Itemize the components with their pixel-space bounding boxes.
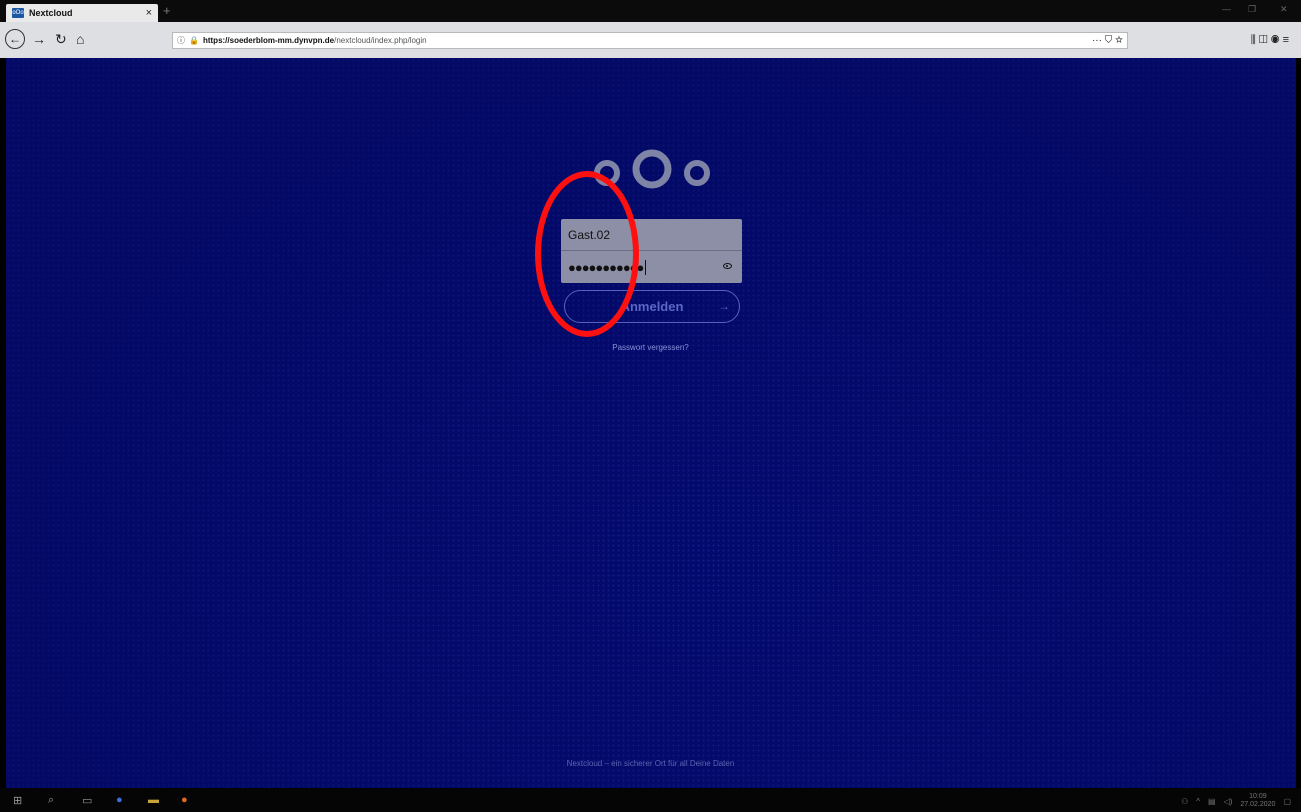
red-annotation-circle: [535, 171, 639, 337]
windows-taskbar: ⊞ ⌕ ▭ ● ▬ ● ⚇ ^ ▤ ◁) 10:09 27.02.2020 ▢: [0, 788, 1301, 812]
windows-start-icon[interactable]: ⊞: [13, 794, 22, 807]
network-icon[interactable]: ▤: [1208, 797, 1216, 806]
text-caret: [645, 259, 647, 275]
minimize-icon[interactable]: —: [1222, 4, 1231, 14]
browser-tab[interactable]: oOo Nextcloud ×: [6, 4, 158, 22]
task-view-icon[interactable]: ▭: [82, 794, 92, 807]
toolbar-icons[interactable]: ⫼ ◫ ◉ ≡: [1251, 34, 1289, 47]
screen: oOo Nextcloud × + — ❐ ✕ ← → ↻ ⌂ ⓘ 🔒 http…: [0, 0, 1301, 812]
forward-icon[interactable]: →: [32, 31, 46, 47]
search-icon[interactable]: ⌕: [48, 794, 54, 807]
system-tray: ⚇ ^ ▤ ◁) 10:09 27.02.2020 ▢: [1181, 793, 1291, 809]
nextcloud-favicon-icon: oOo: [12, 8, 24, 18]
firefox-icon[interactable]: ●: [181, 794, 188, 806]
new-tab-button[interactable]: +: [163, 3, 171, 18]
home-icon[interactable]: ⌂: [76, 31, 84, 47]
url-domain: https://soederblom-mm.dynvpn.de: [202, 36, 335, 45]
url-path: /nextcloud/index.php/login: [334, 36, 427, 45]
site-info-icon[interactable]: ⓘ: [177, 35, 185, 46]
reload-icon[interactable]: ↻: [55, 31, 67, 48]
volume-icon[interactable]: ◁): [1224, 797, 1233, 806]
tab-close-button[interactable]: ×: [146, 7, 152, 19]
show-password-eye-icon[interactable]: [723, 263, 732, 269]
edge-browser-icon[interactable]: ●: [116, 794, 123, 806]
taskbar-clock[interactable]: 10:09 27.02.2020: [1240, 793, 1275, 809]
file-explorer-icon[interactable]: ▬: [148, 794, 159, 806]
tray-expand-icon[interactable]: ^: [1196, 797, 1200, 806]
notifications-icon[interactable]: ▢: [1283, 797, 1291, 806]
people-icon[interactable]: ⚇: [1181, 797, 1188, 806]
tab-title: Nextcloud: [29, 8, 73, 18]
submit-label: Anmelden: [620, 299, 684, 314]
close-window-icon[interactable]: ✕: [1280, 4, 1288, 15]
clock-date: 27.02.2020: [1240, 801, 1276, 808]
back-icon[interactable]: ←: [5, 29, 25, 49]
insecure-lock-icon[interactable]: 🔒: [189, 36, 199, 45]
url-actions[interactable]: ··· ⛉ ☆: [1092, 35, 1123, 46]
restore-icon[interactable]: ❐: [1248, 4, 1256, 15]
url-bar[interactable]: ⓘ 🔒 https://soederblom-mm.dynvpn.de /nex…: [172, 32, 1128, 49]
browser-tab-bar: oOo Nextcloud × + — ❐ ✕: [0, 0, 1301, 22]
clock-time: 10:09: [1249, 793, 1267, 800]
browser-nav-bar: ← → ↻ ⌂ ⓘ 🔒 https://soederblom-mm.dynvpn…: [0, 22, 1301, 58]
arrow-right-icon: →: [718, 299, 730, 313]
page-footer: Nextcloud – ein sicherer Ort für all Dei…: [566, 759, 735, 768]
forgot-password-link[interactable]: Passwort vergessen?: [612, 343, 688, 352]
